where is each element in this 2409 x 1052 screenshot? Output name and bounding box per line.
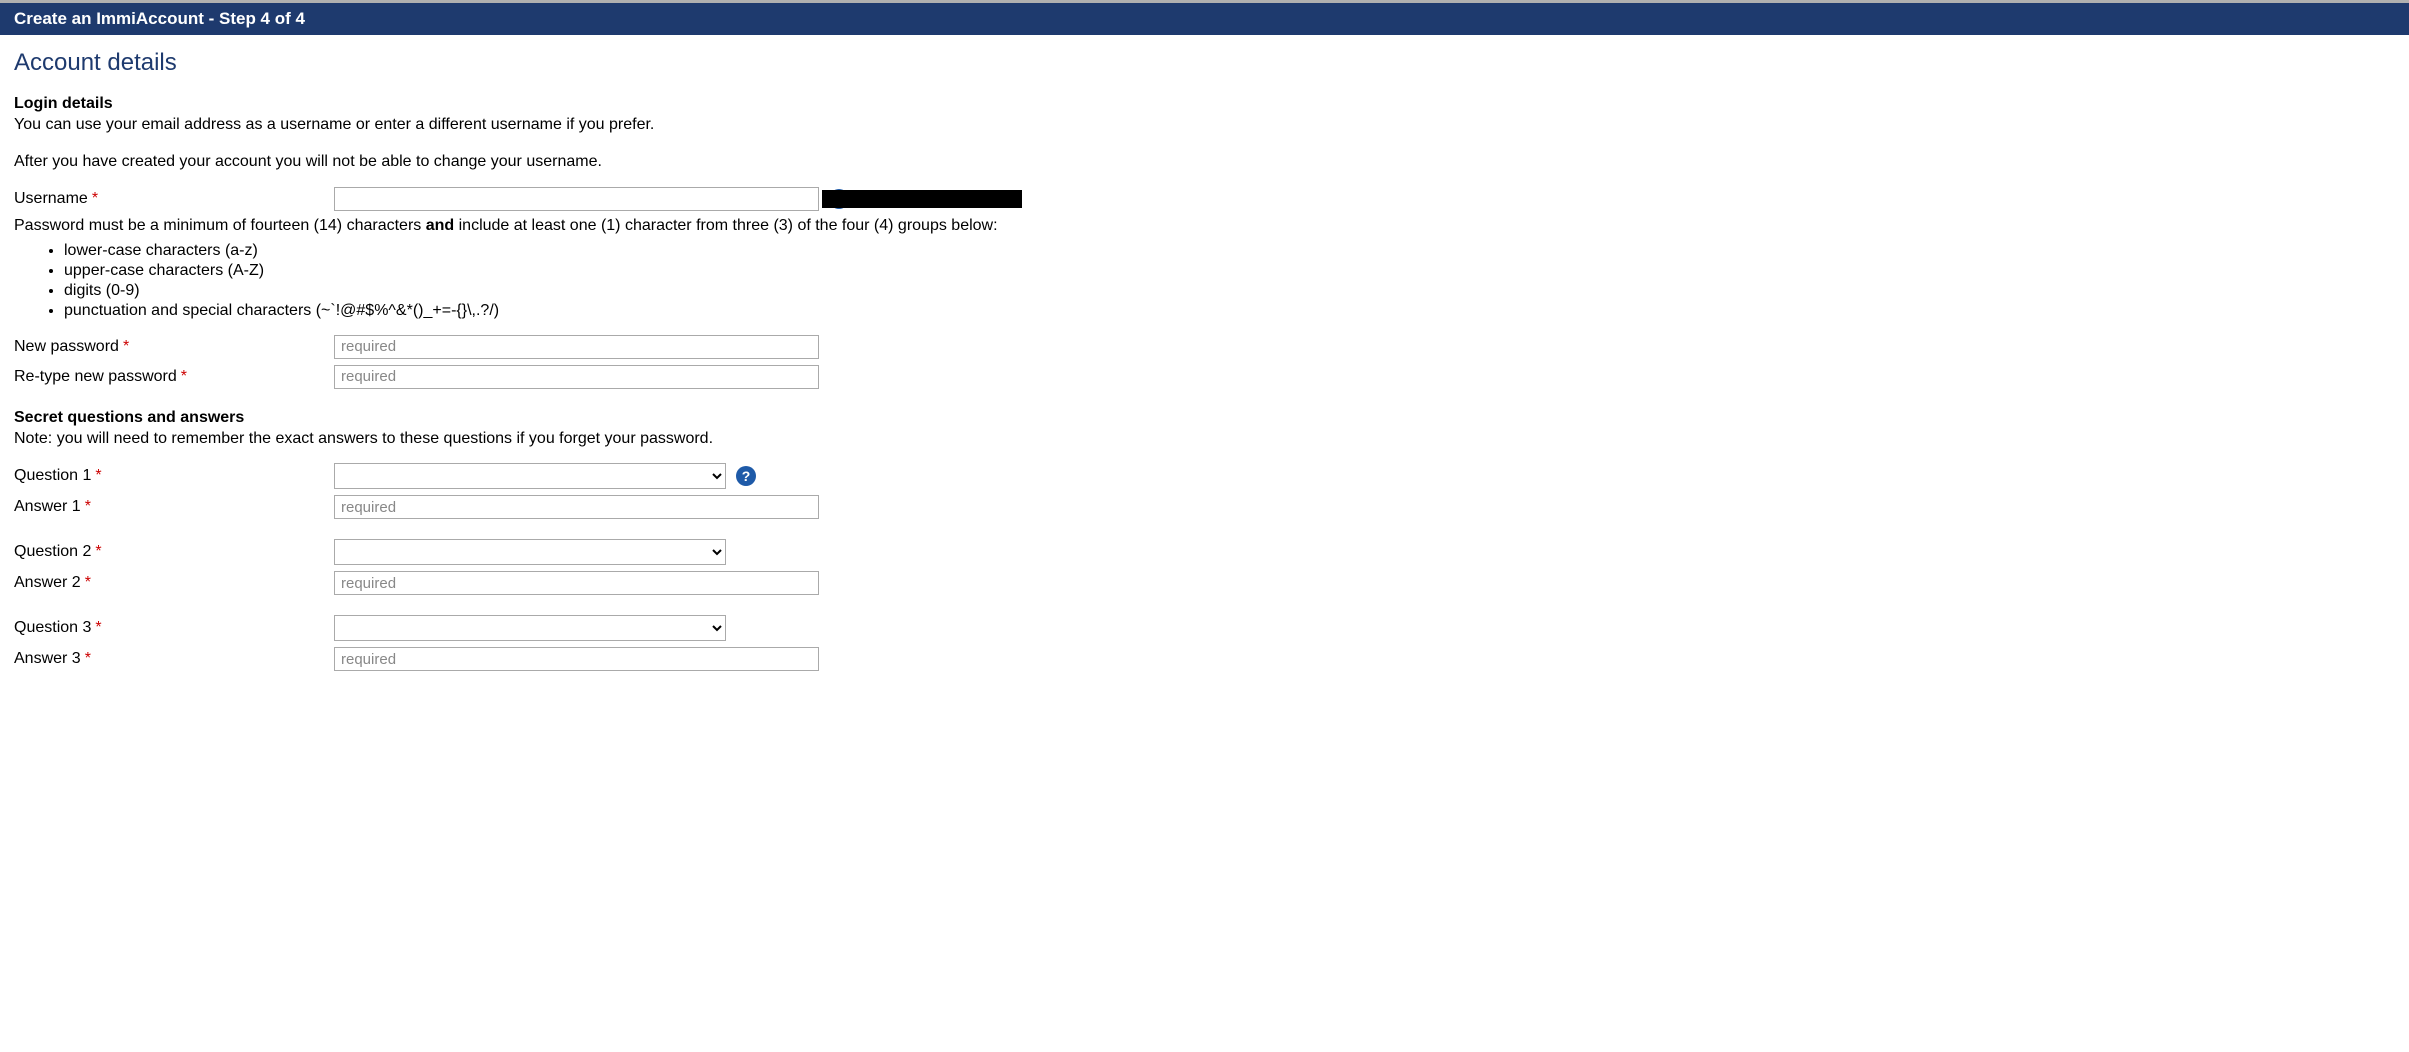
header-title: Create an ImmiAccount - Step 4 of 4	[14, 9, 305, 28]
page-title: Account details	[14, 49, 1546, 77]
list-item: digits (0-9)	[64, 281, 1546, 301]
new-password-label: New password*	[14, 338, 334, 356]
login-details-heading: Login details	[14, 95, 1546, 113]
required-star: *	[85, 574, 91, 591]
required-star: *	[181, 368, 187, 385]
header-bar: Create an ImmiAccount - Step 4 of 4	[0, 3, 2409, 35]
answer1-label: Answer 1*	[14, 498, 334, 516]
password-rules-list: lower-case characters (a-z) upper-case c…	[64, 241, 1546, 321]
question1-label: Question 1*	[14, 467, 334, 485]
required-star: *	[92, 190, 98, 207]
login-intro-1: You can use your email address as a user…	[14, 115, 1546, 136]
list-item: punctuation and special characters (~`!@…	[64, 301, 1546, 321]
required-star: *	[85, 498, 91, 515]
question2-select[interactable]	[334, 539, 726, 565]
list-item: lower-case characters (a-z)	[64, 241, 1546, 261]
login-intro-2: After you have created your account you …	[14, 152, 1546, 173]
help-icon[interactable]: ?	[736, 466, 756, 486]
question1-select[interactable]	[334, 463, 726, 489]
question3-select[interactable]	[334, 615, 726, 641]
new-password-input[interactable]	[334, 335, 819, 359]
secret-questions-heading: Secret questions and answers	[14, 409, 1546, 427]
list-item: upper-case characters (A-Z)	[64, 261, 1546, 281]
answer2-label: Answer 2*	[14, 574, 334, 592]
required-star: *	[95, 543, 101, 560]
retype-password-label: Re-type new password*	[14, 368, 334, 386]
required-star: *	[95, 467, 101, 484]
help-icon[interactable]: ?	[829, 189, 849, 209]
required-star: *	[95, 619, 101, 636]
required-star: *	[85, 650, 91, 667]
question3-label: Question 3*	[14, 619, 334, 637]
answer3-input[interactable]	[334, 647, 819, 671]
required-star: *	[123, 338, 129, 355]
question2-label: Question 2*	[14, 543, 334, 561]
answer2-input[interactable]	[334, 571, 819, 595]
password-rules-intro: Password must be a minimum of fourteen (…	[14, 217, 1546, 235]
secret-questions-note: Note: you will need to remember the exac…	[14, 429, 1546, 450]
username-input[interactable]	[334, 187, 819, 211]
redacted-block	[822, 190, 1022, 208]
answer1-input[interactable]	[334, 495, 819, 519]
retype-password-input[interactable]	[334, 365, 819, 389]
username-label: Username*	[14, 190, 334, 208]
answer3-label: Answer 3*	[14, 650, 334, 668]
